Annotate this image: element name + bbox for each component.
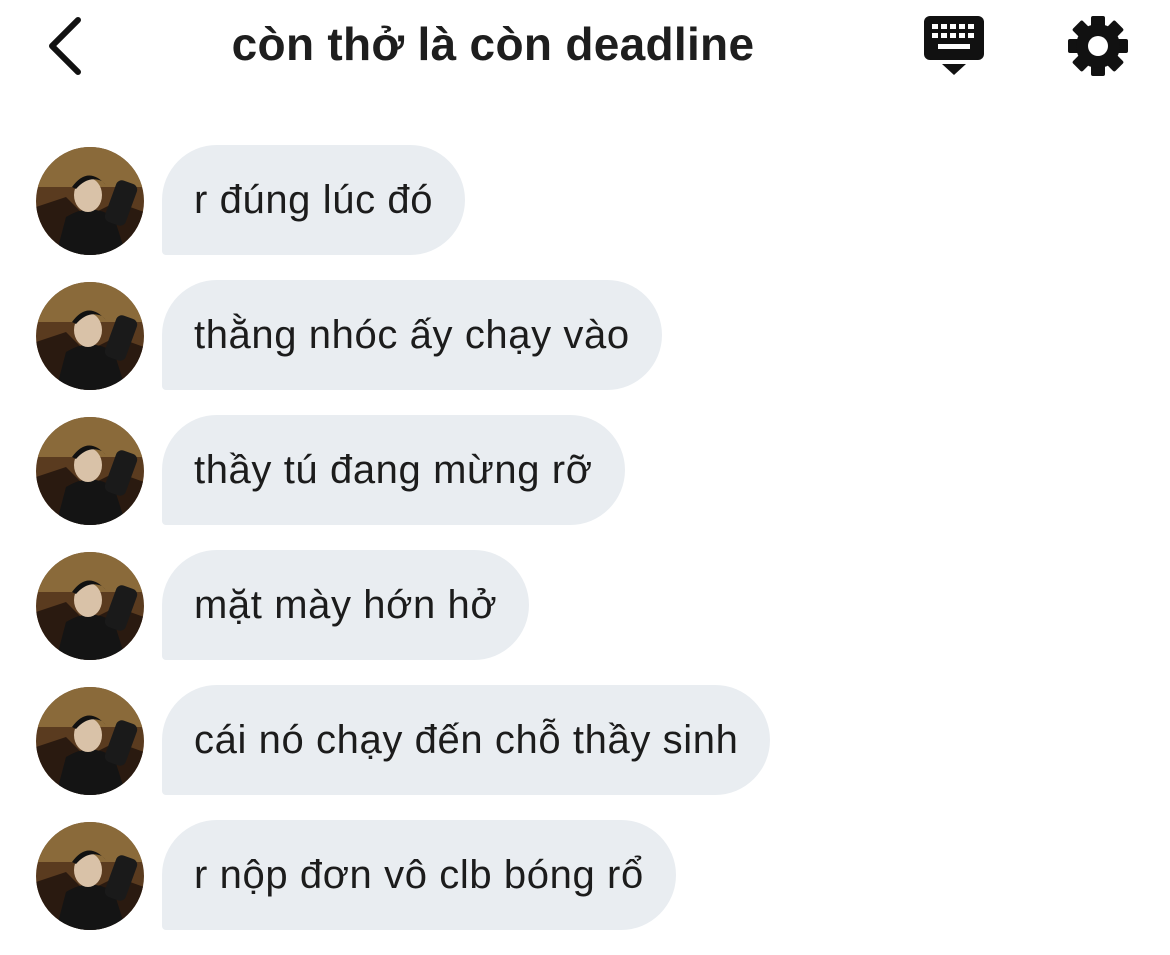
message-row: r nộp đơn vô clb bóng rổ xyxy=(0,820,1170,930)
message-bubble[interactable]: r nộp đơn vô clb bóng rổ xyxy=(162,820,676,930)
user-avatar-photo-icon xyxy=(36,552,144,660)
message-row: thầy tú đang mừng rỡ xyxy=(0,415,1170,525)
message-bubble[interactable]: mặt mày hớn hở xyxy=(162,550,530,660)
user-avatar-photo-icon xyxy=(36,282,144,390)
conversation-title: còn thở là còn deadline xyxy=(231,18,755,70)
avatar[interactable] xyxy=(36,552,144,660)
user-avatar-photo-icon xyxy=(36,417,144,525)
user-avatar-photo-icon xyxy=(36,147,144,255)
chat-header: còn thở là còn deadline xyxy=(0,0,1170,100)
message-row: r đúng lúc đó xyxy=(0,145,1170,255)
gear-icon xyxy=(1068,16,1128,76)
avatar[interactable] xyxy=(36,687,144,795)
user-avatar-photo-icon xyxy=(36,822,144,930)
keyboard-toggle-button[interactable] xyxy=(920,14,988,78)
avatar[interactable] xyxy=(36,822,144,930)
settings-button[interactable] xyxy=(1066,14,1130,78)
message-row: cái nó chạy đến chỗ thầy sinh xyxy=(0,685,1170,795)
message-row: mặt mày hớn hở xyxy=(0,550,1170,660)
message-list: r đúng lúc đó thằng nhóc ấy chạy vào thầ… xyxy=(0,145,1170,955)
keyboard-icon xyxy=(924,16,984,75)
user-avatar-photo-icon xyxy=(36,687,144,795)
message-bubble[interactable]: thầy tú đang mừng rỡ xyxy=(162,415,625,525)
avatar[interactable] xyxy=(36,417,144,525)
message-bubble[interactable]: thằng nhóc ấy chạy vào xyxy=(162,280,662,390)
message-bubble[interactable]: r đúng lúc đó xyxy=(162,145,466,255)
avatar[interactable] xyxy=(36,282,144,390)
message-row: thằng nhóc ấy chạy vào xyxy=(0,280,1170,390)
avatar[interactable] xyxy=(36,147,144,255)
message-bubble[interactable]: cái nó chạy đến chỗ thầy sinh xyxy=(162,685,771,795)
